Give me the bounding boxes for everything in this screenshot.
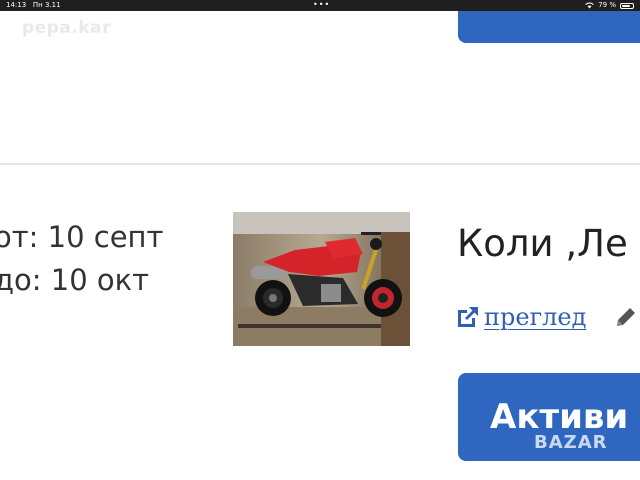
status-clock: 14:13 (6, 1, 27, 9)
wifi-icon (585, 2, 594, 9)
pencil-icon[interactable] (614, 305, 638, 329)
date-from: от: 10 септ (0, 220, 164, 254)
status-bar: 14:13 Пн 3.11 ••• 79 % (0, 0, 640, 11)
listing-thumbnail[interactable] (233, 212, 410, 346)
preview-link[interactable]: преглед (456, 303, 586, 331)
preview-link-label[interactable]: преглед (484, 303, 586, 331)
motorcycle-photo (233, 212, 410, 346)
listing-title[interactable]: Коли ,Ле (457, 222, 628, 265)
status-indicators: 79 % (585, 0, 634, 11)
watermark: pepa.kar (22, 18, 111, 38)
bazar-logo: BAZAR (534, 432, 608, 453)
status-date: Пн 3.11 (32, 1, 61, 9)
divider (0, 163, 640, 165)
battery-fill (622, 4, 630, 7)
battery-percent: 79 % (598, 1, 616, 9)
multitask-dots[interactable]: ••• (313, 0, 330, 9)
battery-icon (620, 2, 634, 9)
external-link-icon (458, 307, 478, 327)
date-to: до: 10 окт (0, 263, 150, 297)
status-time: 14:13 Пн 3.11 (6, 0, 61, 11)
top-action-button[interactable] (458, 11, 640, 43)
